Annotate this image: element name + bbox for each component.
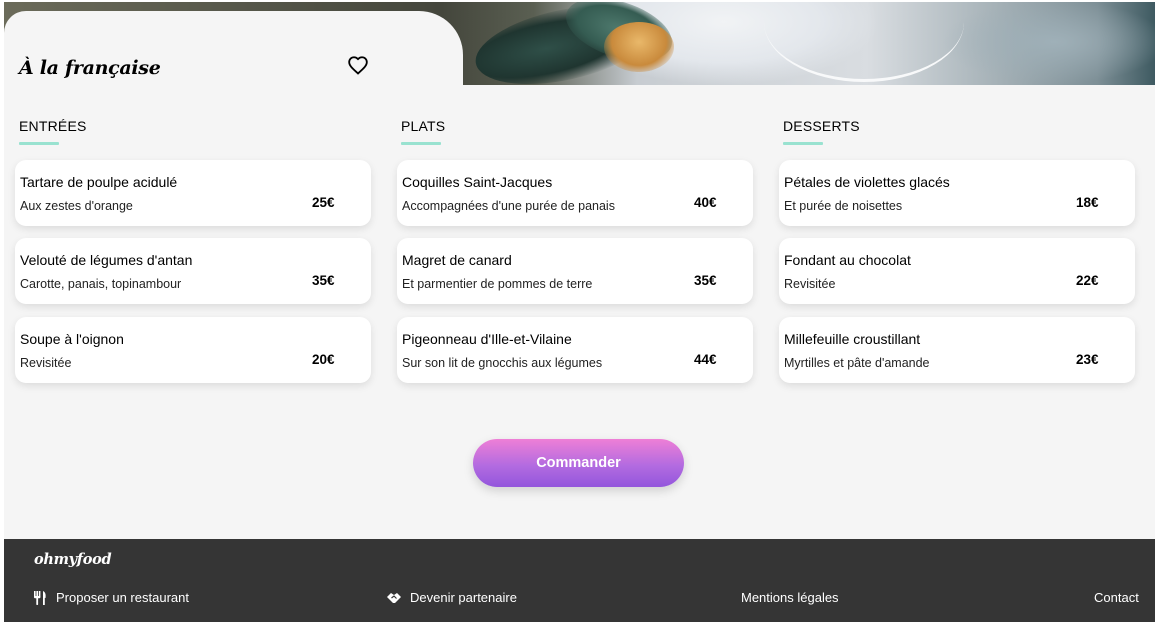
dish-name: Fondant au chocolat	[784, 252, 911, 268]
menu-item-card[interactable]: Pétales de violettes glacés Et purée de …	[779, 160, 1135, 226]
section-heading: ENTRÉES	[19, 118, 87, 134]
menu-item-card[interactable]: Fondant au chocolat Revisitée 22€	[779, 238, 1135, 304]
utensils-icon	[34, 590, 46, 605]
menu-section-desserts: DESSERTS Pétales de violettes glacés Et …	[779, 118, 1135, 383]
dish-description: Sur son lit de gnocchis aux légumes	[402, 356, 603, 370]
dish-description: Et purée de noisettes	[784, 199, 903, 213]
menu-item-card[interactable]: Millefeuille croustillant Myrtilles et p…	[779, 317, 1135, 383]
dish-price: 40€	[694, 195, 717, 210]
dish-price: 35€	[694, 273, 717, 288]
site-footer: ohmyfood Proposer un restaurant Devenir …	[4, 539, 1155, 622]
become-partner-label: Devenir partenaire	[410, 590, 517, 605]
dish-name: Millefeuille croustillant	[784, 331, 921, 347]
menu-item-card[interactable]: Pigeonneau d'Ille-et-Vilaine Sur son lit…	[397, 317, 753, 383]
dish-description: Aux zestes d'orange	[20, 199, 133, 213]
section-heading: DESSERTS	[783, 118, 860, 134]
dish-description: Accompagnées d'une purée de panais	[402, 199, 615, 213]
dish-description: Revisitée	[784, 277, 836, 291]
dish-description: Et parmentier de pommes de terre	[402, 277, 593, 291]
menu-item-card[interactable]: Magret de canard Et parmentier de pommes…	[397, 238, 753, 304]
section-heading: PLATS	[401, 118, 446, 134]
dish-price: 22€	[1076, 273, 1099, 288]
legal-notice-link[interactable]: Mentions légales	[741, 590, 839, 605]
dish-description: Revisitée	[20, 356, 72, 370]
menu-section-entrees: ENTRÉES Tartare de poulpe acidulé Aux ze…	[15, 118, 371, 383]
dish-name: Coquilles Saint-Jacques	[402, 174, 553, 190]
dish-name: Magret de canard	[402, 252, 512, 268]
section-underline	[19, 142, 59, 145]
dish-price: 23€	[1076, 352, 1099, 367]
contact-link[interactable]: Contact	[1094, 590, 1139, 605]
dish-name: Pétales de violettes glacés	[784, 174, 950, 190]
dish-price: 20€	[312, 352, 335, 367]
dish-name: Soupe à l'oignon	[20, 331, 124, 347]
title-card: À la française	[4, 11, 463, 91]
dish-description: Myrtilles et pâte d'amande	[784, 356, 930, 370]
menu-item-card[interactable]: Coquilles Saint-Jacques Accompagnées d'u…	[397, 160, 753, 226]
section-underline	[783, 142, 823, 145]
dish-price: 44€	[694, 352, 717, 367]
become-partner-link[interactable]: Devenir partenaire	[387, 590, 517, 605]
dish-name: Pigeonneau d'Ille-et-Vilaine	[402, 331, 572, 347]
dish-price: 25€	[312, 195, 335, 210]
section-underline	[401, 142, 441, 145]
propose-restaurant-link[interactable]: Proposer un restaurant	[34, 590, 189, 605]
menu-item-card[interactable]: Tartare de poulpe acidulé Aux zestes d'o…	[15, 160, 371, 226]
handshake-icon	[387, 592, 401, 603]
propose-restaurant-label: Proposer un restaurant	[56, 590, 189, 605]
restaurant-title: À la française	[19, 57, 161, 79]
menu-item-card[interactable]: Velouté de légumes d'antan Carotte, pana…	[15, 238, 371, 304]
dish-name: Tartare de poulpe acidulé	[20, 174, 178, 190]
order-button[interactable]: Commander	[473, 439, 684, 487]
menu-item-card[interactable]: Soupe à l'oignon Revisitée 20€	[15, 317, 371, 383]
restaurant-page: À la française ENTRÉES Tartare de poulpe…	[4, 2, 1155, 622]
footer-logo[interactable]: ohmyfood	[34, 551, 112, 568]
heart-outline-icon[interactable]	[347, 55, 369, 75]
dish-price: 18€	[1076, 195, 1099, 210]
dish-price: 35€	[312, 273, 335, 288]
dish-description: Carotte, panais, topinambour	[20, 277, 182, 291]
menu-section-plats: PLATS Coquilles Saint-Jacques Accompagné…	[397, 118, 753, 383]
dish-name: Velouté de légumes d'antan	[20, 252, 193, 268]
